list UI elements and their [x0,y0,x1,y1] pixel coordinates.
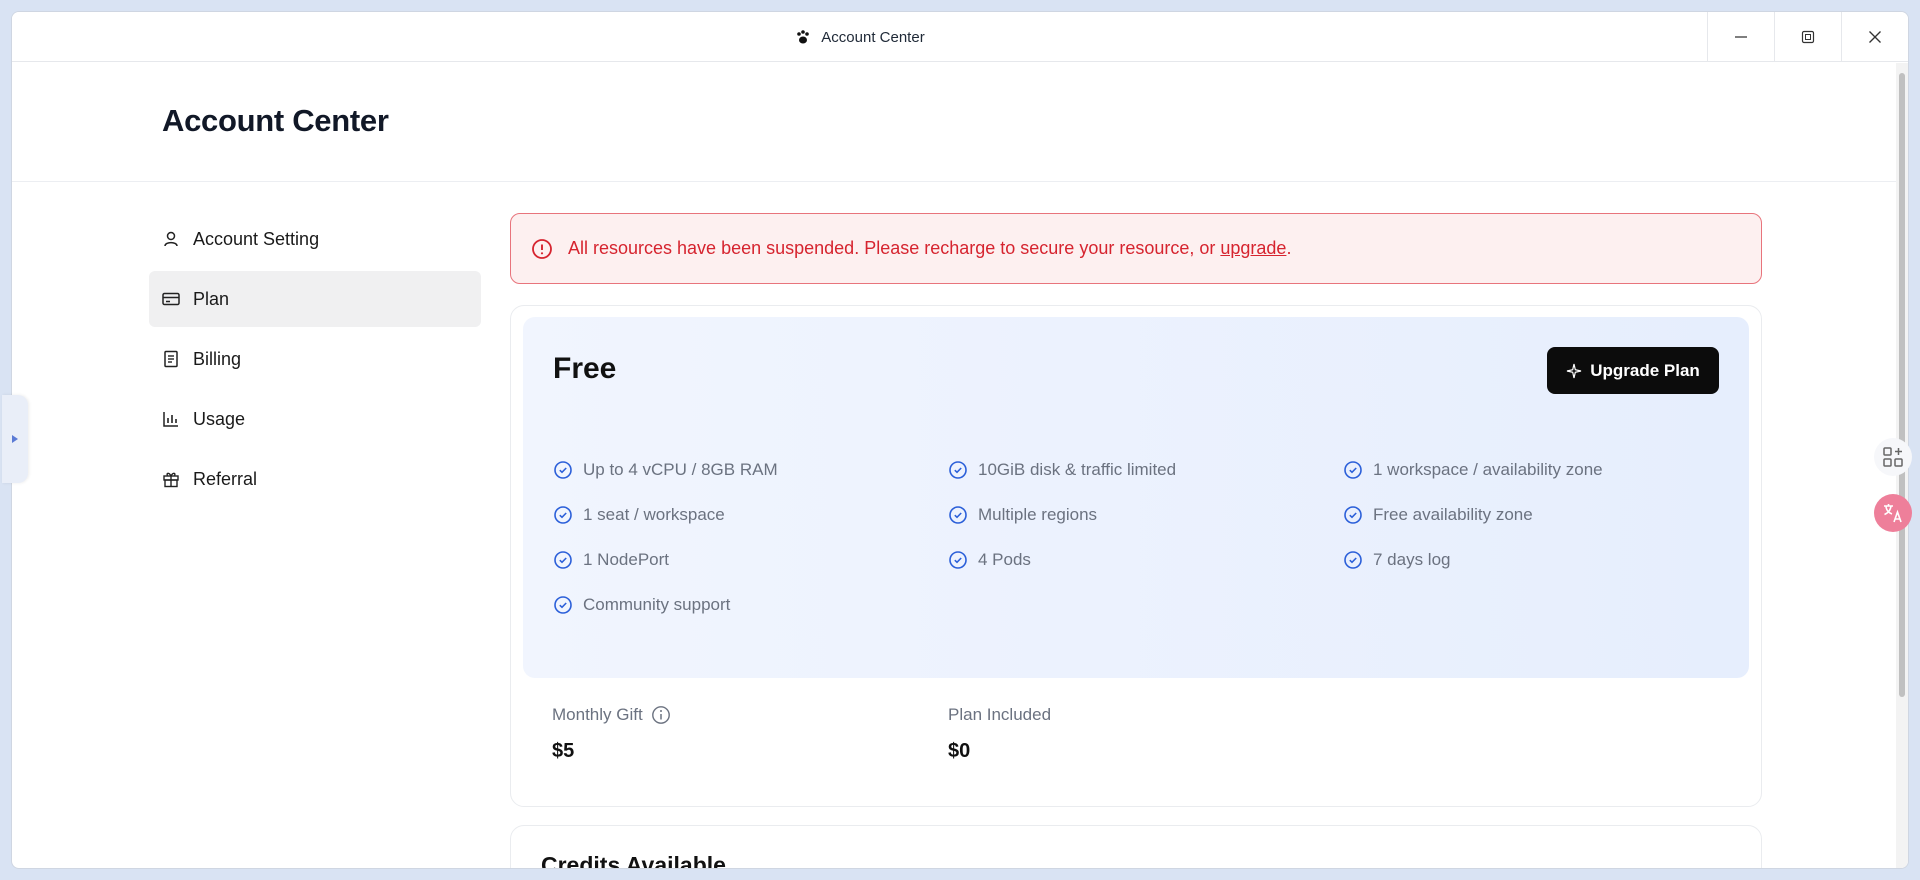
upgrade-link[interactable]: upgrade [1220,238,1286,258]
alert-message: All resources have been suspended. Pleas… [568,238,1292,258]
window-title: Account Center [821,28,925,46]
check-circle-icon [949,551,967,569]
feature-item: 10GiB disk & traffic limited [948,457,1343,483]
sidebar-item-label: Account Setting [193,228,320,249]
credits-card: Credits Available [510,825,1762,869]
sidebar-item-label: Billing [193,348,242,369]
paw-icon [797,30,810,44]
check-circle-icon [1344,461,1362,479]
upgrade-plan-button[interactable]: Upgrade Plan [1547,347,1719,394]
credit-card-icon [162,292,180,306]
title-bar: Account Center [12,12,1908,62]
feature-item: Free availability zone [1343,502,1743,528]
monthly-gift-label: Monthly Gift [552,705,643,724]
receipt-icon [164,350,178,368]
apps-add-icon [1883,447,1903,467]
app-window: Account Center Account Center Account Se… [11,11,1909,869]
sidebar-item-label: Referral [193,468,258,489]
sidebar-item-label: Plan [193,288,230,309]
check-circle-icon [554,506,572,524]
close-icon [1869,31,1881,43]
check-circle-icon [554,461,572,479]
window-title-group: Account Center [12,12,1708,62]
feature-item: Multiple regions [948,502,1343,528]
feature-item: 4 Pods [948,547,1343,573]
translate-icon [1884,504,1902,523]
main-panel: All resources have been suspended. Pleas… [510,213,1762,869]
plan-included-label: Plan Included [948,705,1052,724]
feature-item: 1 seat / workspace [553,502,948,528]
user-icon [164,231,178,247]
info-icon[interactable] [651,705,671,725]
side-panel-toggle[interactable] [2,395,28,483]
window-controls [1707,12,1908,62]
monthly-gift-stat: Monthly Gift $5 [552,705,948,763]
feature-item: Up to 4 vCPU / 8GB RAM [553,457,948,483]
alert-circle-icon [532,238,552,259]
sidebar: Account Setting Plan Billing Usage Refer… [149,211,481,511]
close-button[interactable] [1841,12,1908,62]
check-circle-icon [554,551,572,569]
feature-item: Community support [553,592,948,618]
plan-stats: Monthly Gift $5 Plan Included $0 [552,705,1344,763]
upgrade-plan-label: Upgrade Plan [1590,360,1700,380]
sidebar-item-usage[interactable]: Usage [149,391,481,447]
plan-included-stat: Plan Included $0 [948,705,1344,763]
plan-name: Free [553,352,617,385]
check-circle-icon [554,596,572,614]
page-content: Account Center Account Setting Plan Bill… [12,63,1896,868]
sidebar-item-plan[interactable]: Plan [149,271,481,327]
feature-item: 1 NodePort [553,547,948,573]
feature-item: 1 workspace / availability zone [1343,457,1743,483]
plan-card: Free Upgrade Plan Up to 4 vCPU / 8GB RAM… [510,305,1762,807]
bar-chart-icon [163,412,178,427]
check-circle-icon [1344,506,1362,524]
suspension-alert: All resources have been suspended. Pleas… [510,213,1762,284]
check-circle-icon [1344,551,1362,569]
feature-list: Up to 4 vCPU / 8GB RAM 10GiB disk & traf… [553,457,1743,618]
scrollbar-thumb[interactable] [1899,73,1905,697]
page-title: Account Center [162,103,389,138]
sidebar-item-billing[interactable]: Billing [149,331,481,387]
sidebar-item-label: Usage [193,408,246,429]
feature-item: 7 days log [1343,547,1743,573]
restore-button[interactable] [1774,12,1841,62]
plan-summary: Free Upgrade Plan Up to 4 vCPU / 8GB RAM… [523,317,1749,678]
monthly-gift-value: $5 [552,740,575,762]
check-circle-icon [949,506,967,524]
caret-right-icon [12,435,18,443]
translate-float-button[interactable] [1874,494,1912,532]
restore-icon [1801,30,1815,44]
page-header: Account Center [12,63,1896,182]
sparkle-icon [1567,363,1582,378]
apps-float-button[interactable] [1874,438,1912,476]
sidebar-item-referral[interactable]: Referral [149,451,481,507]
sidebar-item-account-setting[interactable]: Account Setting [149,211,481,267]
check-circle-icon [949,461,967,479]
minimize-icon [1735,36,1747,38]
credits-title: Credits Available [541,852,726,869]
minimize-button[interactable] [1707,12,1774,62]
plan-included-value: $0 [948,740,971,762]
gift-icon [163,472,179,488]
